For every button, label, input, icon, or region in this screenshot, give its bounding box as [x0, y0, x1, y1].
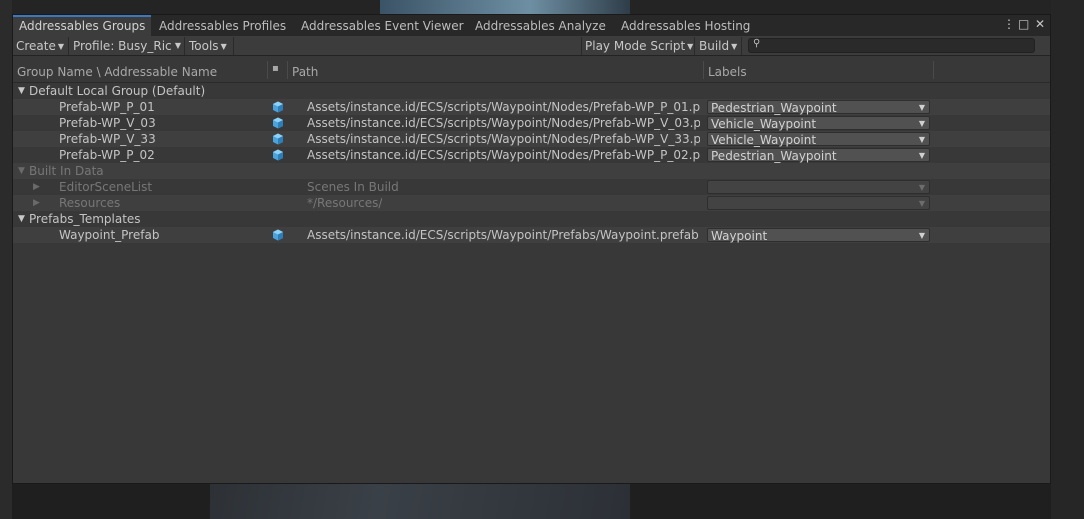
chevron-down-icon: ▼ — [918, 103, 925, 112]
column-divider[interactable] — [287, 61, 288, 79]
chevron-down-icon: ▼ — [731, 42, 738, 51]
prefab-cube-icon — [273, 229, 283, 241]
label-value: Waypoint — [711, 229, 768, 243]
chevron-down-icon: ▼ — [918, 183, 925, 192]
labels-dropdown[interactable]: Pedestrian_Waypoint ▼ — [707, 148, 930, 163]
group-name: Default Local Group (Default) — [29, 84, 206, 98]
foldout-expanded-icon[interactable]: ▼ — [18, 83, 25, 99]
entry-row[interactable]: Prefab-WP_V_03 Assets/instance.id/ECS/sc… — [13, 115, 1050, 131]
chevron-down-icon: ▼ — [918, 135, 925, 144]
entry-name: Waypoint_Prefab — [59, 228, 160, 242]
addressables-window: Addressables Groups Addressables Profile… — [12, 14, 1051, 484]
prefab-cube-icon — [273, 133, 283, 145]
chevron-down-icon: ▼ — [918, 199, 925, 208]
entry-name: Prefab-WP_P_02 — [59, 148, 155, 162]
asset-type-column-icon[interactable]: ▪ — [272, 63, 279, 74]
labels-dropdown[interactable]: Pedestrian_Waypoint ▼ — [707, 100, 930, 115]
play-mode-label: Play Mode Script — [585, 39, 686, 53]
column-divider[interactable] — [703, 61, 704, 79]
entry-path: Assets/instance.id/ECS/scripts/Waypoint/… — [307, 228, 699, 242]
column-divider[interactable] — [267, 61, 268, 79]
create-label: Create — [16, 39, 56, 53]
chevron-down-icon: ▼ — [918, 231, 925, 240]
foldout-collapsed-icon[interactable]: ▶ — [33, 179, 40, 195]
entry-name: EditorSceneList — [59, 180, 153, 194]
chevron-down-icon: ▼ — [174, 41, 181, 50]
scene-left-panel — [0, 0, 12, 519]
column-path-header[interactable]: Path — [292, 65, 318, 79]
foldout-expanded-icon[interactable]: ▼ — [18, 211, 25, 227]
close-icon[interactable]: ✕ — [1035, 17, 1045, 31]
entry-row[interactable]: Prefab-WP_P_01 Assets/instance.id/ECS/sc… — [13, 99, 1050, 115]
create-dropdown[interactable]: Create ▼ — [13, 37, 69, 55]
entry-path: Assets/instance.id/ECS/scripts/Waypoint/… — [307, 148, 700, 162]
labels-dropdown: ▼ — [707, 180, 930, 194]
column-divider[interactable] — [933, 61, 934, 79]
entry-path: Assets/instance.id/ECS/scripts/Waypoint/… — [307, 116, 700, 130]
search-field[interactable]: ⚲ — [748, 38, 1035, 53]
entry-name: Resources — [59, 196, 121, 210]
column-header: Group Name \ Addressable Name ▪ Path Lab… — [13, 57, 1050, 83]
group-row-default-local[interactable]: ▼ Default Local Group (Default) — [13, 83, 1050, 99]
foldout-expanded-icon[interactable]: ▼ — [18, 163, 25, 179]
tab-addressables-hosting[interactable]: Addressables Hosting — [615, 15, 756, 36]
entry-path: Scenes In Build — [307, 180, 399, 194]
column-name-header[interactable]: Group Name \ Addressable Name — [17, 65, 217, 79]
entry-path: */Resources/ — [307, 196, 383, 210]
entry-name: Prefab-WP_V_33 — [59, 132, 156, 146]
chevron-down-icon: ▼ — [918, 119, 925, 128]
tab-addressables-analyze[interactable]: Addressables Analyze — [469, 15, 612, 36]
label-value: Vehicle_Waypoint — [711, 133, 817, 147]
play-mode-script-dropdown[interactable]: Play Mode Script ▼ — [581, 37, 695, 55]
window-menu-icon[interactable]: ⋮ — [1003, 17, 1015, 31]
label-value: Vehicle_Waypoint — [711, 117, 817, 131]
column-labels-header[interactable]: Labels — [708, 65, 747, 79]
chevron-down-icon: ▼ — [687, 42, 694, 51]
tab-addressables-groups[interactable]: Addressables Groups — [13, 15, 151, 36]
labels-dropdown[interactable]: Waypoint ▼ — [707, 228, 930, 243]
entry-name: Prefab-WP_P_01 — [59, 100, 155, 114]
entry-path: Assets/instance.id/ECS/scripts/Waypoint/… — [307, 100, 700, 114]
label-value: Pedestrian_Waypoint — [711, 101, 837, 115]
build-dropdown[interactable]: Build ▼ — [696, 37, 742, 55]
entry-row[interactable]: Prefab-WP_P_02 Assets/instance.id/ECS/sc… — [13, 147, 1050, 163]
tools-label: Tools — [189, 39, 219, 53]
entry-row[interactable]: Prefab-WP_V_33 Assets/instance.id/ECS/sc… — [13, 131, 1050, 147]
group-name: Prefabs_Templates — [29, 212, 141, 226]
foldout-collapsed-icon[interactable]: ▶ — [33, 195, 40, 211]
tab-bar: Addressables Groups Addressables Profile… — [13, 15, 1050, 36]
chevron-down-icon: ▼ — [918, 151, 925, 160]
scene-view-strip — [380, 0, 630, 14]
group-row-built-in-data[interactable]: ▼ Built In Data — [13, 163, 1050, 179]
build-label: Build — [699, 39, 730, 53]
entry-row[interactable]: Waypoint_Prefab Assets/instance.id/ECS/s… — [13, 227, 1050, 243]
tab-addressables-event-viewer[interactable]: Addressables Event Viewer — [295, 15, 470, 36]
scene-right-panel — [1051, 0, 1084, 519]
labels-dropdown[interactable]: Vehicle_Waypoint ▼ — [707, 132, 930, 147]
prefab-cube-icon — [273, 149, 283, 161]
built-in-entry-row[interactable]: ▶ Resources */Resources/ ▼ — [13, 195, 1050, 211]
chevron-down-icon: ▼ — [57, 42, 65, 51]
entry-path: Assets/instance.id/ECS/scripts/Waypoint/… — [307, 132, 700, 146]
prefab-cube-icon — [273, 101, 283, 113]
built-in-entry-row[interactable]: ▶ EditorSceneList Scenes In Build ▼ — [13, 179, 1050, 195]
toolbar: Create ▼ Profile: Busy_Rich ▼ Tools ▼ Play … — [13, 36, 1050, 56]
group-name: Built In Data — [29, 164, 104, 178]
chevron-down-icon: ▼ — [220, 42, 227, 51]
scene-floor — [210, 484, 630, 519]
profile-dropdown[interactable]: Profile: Busy_Rich ▼ — [70, 37, 185, 55]
search-icon: ⚲ — [753, 38, 761, 49]
prefab-cube-icon — [273, 117, 283, 129]
tab-addressables-profiles[interactable]: Addressables Profiles — [153, 15, 292, 36]
labels-dropdown: ▼ — [707, 196, 930, 210]
entry-name: Prefab-WP_V_03 — [59, 116, 156, 130]
labels-dropdown[interactable]: Vehicle_Waypoint ▼ — [707, 116, 930, 131]
tools-dropdown[interactable]: Tools ▼ — [186, 37, 234, 55]
group-row-prefabs-templates[interactable]: ▼ Prefabs_Templates — [13, 211, 1050, 227]
profile-label: Profile: Busy_Rich — [73, 39, 171, 53]
maximize-icon[interactable]: □ — [1018, 17, 1029, 31]
label-value: Pedestrian_Waypoint — [711, 149, 837, 163]
